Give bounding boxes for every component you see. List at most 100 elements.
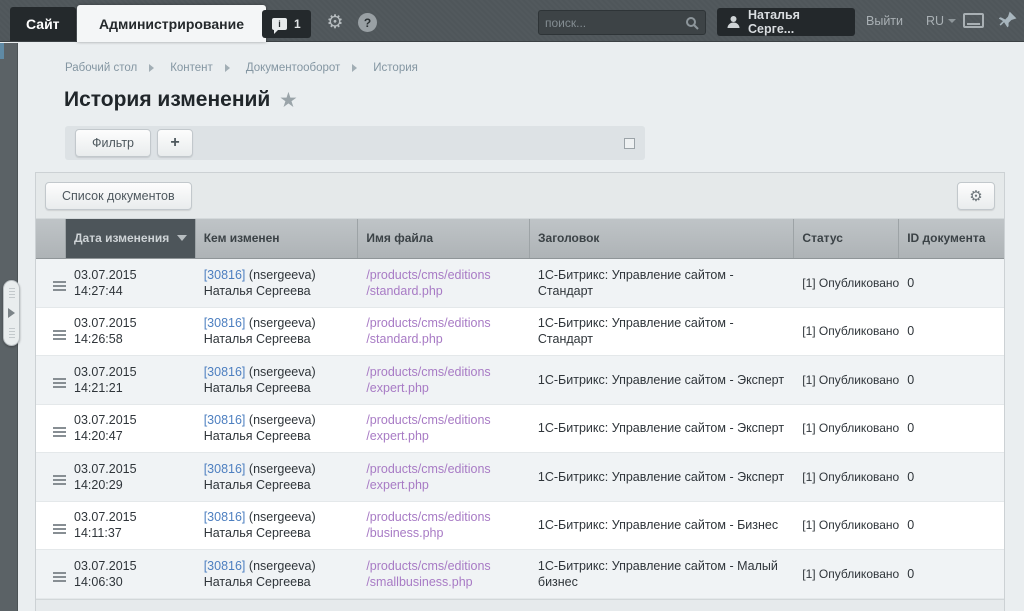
- cell-who: [30816] (nsergeeva) Наталья Сергеева: [196, 505, 359, 545]
- file-name-link[interactable]: /smallbusiness.php: [366, 574, 522, 590]
- filter-collapse-icon[interactable]: [624, 138, 635, 149]
- user-id-link[interactable]: [30816]: [204, 365, 246, 379]
- left-menu-strip: [0, 43, 18, 611]
- row-date: 03.07.2015: [74, 364, 188, 380]
- table-row[interactable]: 03.07.2015 14:11:37 [30816] (nsergeeva) …: [36, 502, 1004, 551]
- settings-gear-icon[interactable]: ⚙: [322, 9, 348, 35]
- cell-doc-id: 0: [899, 271, 1004, 295]
- header-date-sorted[interactable]: Дата изменения: [66, 219, 196, 258]
- breadcrumb-desktop[interactable]: Рабочий стол: [65, 62, 137, 74]
- favorite-star-icon[interactable]: ★: [280, 90, 296, 111]
- header-status[interactable]: Статус: [794, 219, 899, 258]
- cell-file: /products/cms/editions /expert.php: [358, 360, 530, 400]
- table-row[interactable]: 03.07.2015 14:20:29 [30816] (nsergeeva) …: [36, 453, 1004, 502]
- logout-link[interactable]: Выйти: [866, 14, 903, 28]
- breadcrumb-content[interactable]: Контент: [170, 62, 213, 74]
- cell-title: 1С-Битрикс: Управление сайтом - Бизнес: [530, 513, 794, 537]
- file-path-link[interactable]: /products/cms/editions: [366, 509, 522, 525]
- user-login: (nsergeeva): [249, 510, 316, 524]
- cell-who: [30816] (nsergeeva) Наталья Сергеева: [196, 311, 359, 351]
- search-icon[interactable]: [685, 16, 699, 30]
- file-path-link[interactable]: /products/cms/editions: [366, 364, 522, 380]
- tab-site-label: Сайт: [26, 16, 60, 32]
- file-path-link[interactable]: /products/cms/editions: [366, 315, 522, 331]
- cell-status: [1] Опубликовано: [794, 416, 899, 440]
- file-path-link[interactable]: /products/cms/editions: [366, 267, 522, 283]
- header-title[interactable]: Заголовок: [530, 219, 794, 258]
- file-name-link[interactable]: /expert.php: [366, 380, 522, 396]
- user-id-link[interactable]: [30816]: [204, 268, 246, 282]
- table-row[interactable]: 03.07.2015 14:26:58 [30816] (nsergeeva) …: [36, 308, 1004, 357]
- language-code: RU: [926, 14, 944, 28]
- cell-status: [1] Опубликовано: [794, 465, 899, 489]
- filter-button[interactable]: Фильтр: [75, 129, 151, 157]
- user-fullname: Наталья Сергеева: [204, 574, 351, 590]
- row-time: 14:26:58: [74, 331, 188, 347]
- user-menu-button[interactable]: Наталья Серге...: [717, 8, 855, 36]
- cell-title: 1С-Битрикс: Управление сайтом - Стандарт: [530, 263, 794, 303]
- user-id-link[interactable]: [30816]: [204, 510, 246, 524]
- expand-arrow-icon: [8, 308, 20, 318]
- user-id-link[interactable]: [30816]: [204, 462, 246, 476]
- filter-bar: Фильтр +: [65, 126, 645, 160]
- file-name-link[interactable]: /business.php: [366, 525, 522, 541]
- pin-icon[interactable]: [999, 11, 1017, 29]
- breadcrumb-history[interactable]: История: [373, 62, 418, 74]
- cell-file: /products/cms/editions /business.php: [358, 505, 530, 545]
- user-id-link[interactable]: [30816]: [204, 316, 246, 330]
- cell-file: /products/cms/editions /smallbusiness.ph…: [358, 554, 530, 594]
- user-icon: [727, 15, 740, 29]
- user-id-link[interactable]: [30816]: [204, 413, 246, 427]
- user-id-link[interactable]: [30816]: [204, 559, 246, 573]
- cell-date: 03.07.2015 14:27:44: [66, 263, 196, 303]
- header-doc-id[interactable]: ID документа: [899, 219, 1004, 258]
- breadcrumb-workflow[interactable]: Документооборот: [246, 62, 340, 74]
- language-switcher[interactable]: RU: [926, 14, 956, 28]
- cell-status: [1] Опубликовано: [794, 319, 899, 343]
- user-fullname: Наталья Сергеева: [204, 283, 351, 299]
- cell-file: /products/cms/editions /standard.php: [358, 311, 530, 351]
- file-path-link[interactable]: /products/cms/editions: [366, 558, 522, 574]
- notification-bubble-icon: i: [272, 18, 287, 30]
- file-name-link[interactable]: /standard.php: [366, 331, 522, 347]
- documents-list-tab[interactable]: Список документов: [45, 182, 192, 210]
- table-row[interactable]: 03.07.2015 14:06:30 [30816] (nsergeeva) …: [36, 550, 1004, 599]
- cell-date: 03.07.2015 14:26:58: [66, 311, 196, 351]
- user-login: (nsergeeva): [249, 316, 316, 330]
- user-fullname: Наталья Сергеева: [204, 477, 351, 493]
- add-filter-button[interactable]: +: [157, 129, 193, 157]
- file-name-link[interactable]: /standard.php: [366, 283, 522, 299]
- file-name-link[interactable]: /expert.php: [366, 428, 522, 444]
- search-input[interactable]: [545, 16, 685, 30]
- page-title: История изменений ★: [64, 88, 296, 112]
- file-path-link[interactable]: /products/cms/editions: [366, 412, 522, 428]
- cell-who: [30816] (nsergeeva) Наталья Сергеева: [196, 408, 359, 448]
- table-row[interactable]: 03.07.2015 14:21:21 [30816] (nsergeeva) …: [36, 356, 1004, 405]
- file-path-link[interactable]: /products/cms/editions: [366, 461, 522, 477]
- page-title-text: История изменений: [64, 88, 270, 112]
- menu-expand-toggle[interactable]: [3, 280, 20, 346]
- breadcrumb: Рабочий стол Контент Документооборот Ист…: [65, 62, 418, 74]
- file-name-link[interactable]: /expert.php: [366, 477, 522, 493]
- breadcrumb-arrow-icon: [352, 64, 361, 72]
- cell-date: 03.07.2015 14:21:21: [66, 360, 196, 400]
- grid-settings-button[interactable]: ⚙: [957, 182, 995, 210]
- help-icon[interactable]: ?: [358, 13, 377, 32]
- row-date: 03.07.2015: [74, 267, 188, 283]
- table-row[interactable]: 03.07.2015 14:20:47 [30816] (nsergeeva) …: [36, 405, 1004, 454]
- tab-administration[interactable]: Администрирование: [77, 5, 266, 42]
- row-date: 03.07.2015: [74, 461, 188, 477]
- table-row[interactable]: 03.07.2015 14:27:44 [30816] (nsergeeva) …: [36, 259, 1004, 308]
- notification-count: 1: [294, 17, 301, 31]
- notifications-button[interactable]: i 1: [262, 10, 311, 38]
- tab-site[interactable]: Сайт: [10, 7, 76, 41]
- hotkeys-icon[interactable]: [963, 13, 984, 28]
- header-who[interactable]: Кем изменен: [196, 219, 359, 258]
- cell-date: 03.07.2015 14:06:30: [66, 554, 196, 594]
- cell-doc-id: 0: [899, 562, 1004, 586]
- header-file[interactable]: Имя файла: [358, 219, 530, 258]
- cell-date: 03.07.2015 14:20:47: [66, 408, 196, 448]
- header-date-label: Дата изменения: [74, 232, 169, 245]
- cell-file: /products/cms/editions /expert.php: [358, 408, 530, 448]
- user-login: (nsergeeva): [249, 559, 316, 573]
